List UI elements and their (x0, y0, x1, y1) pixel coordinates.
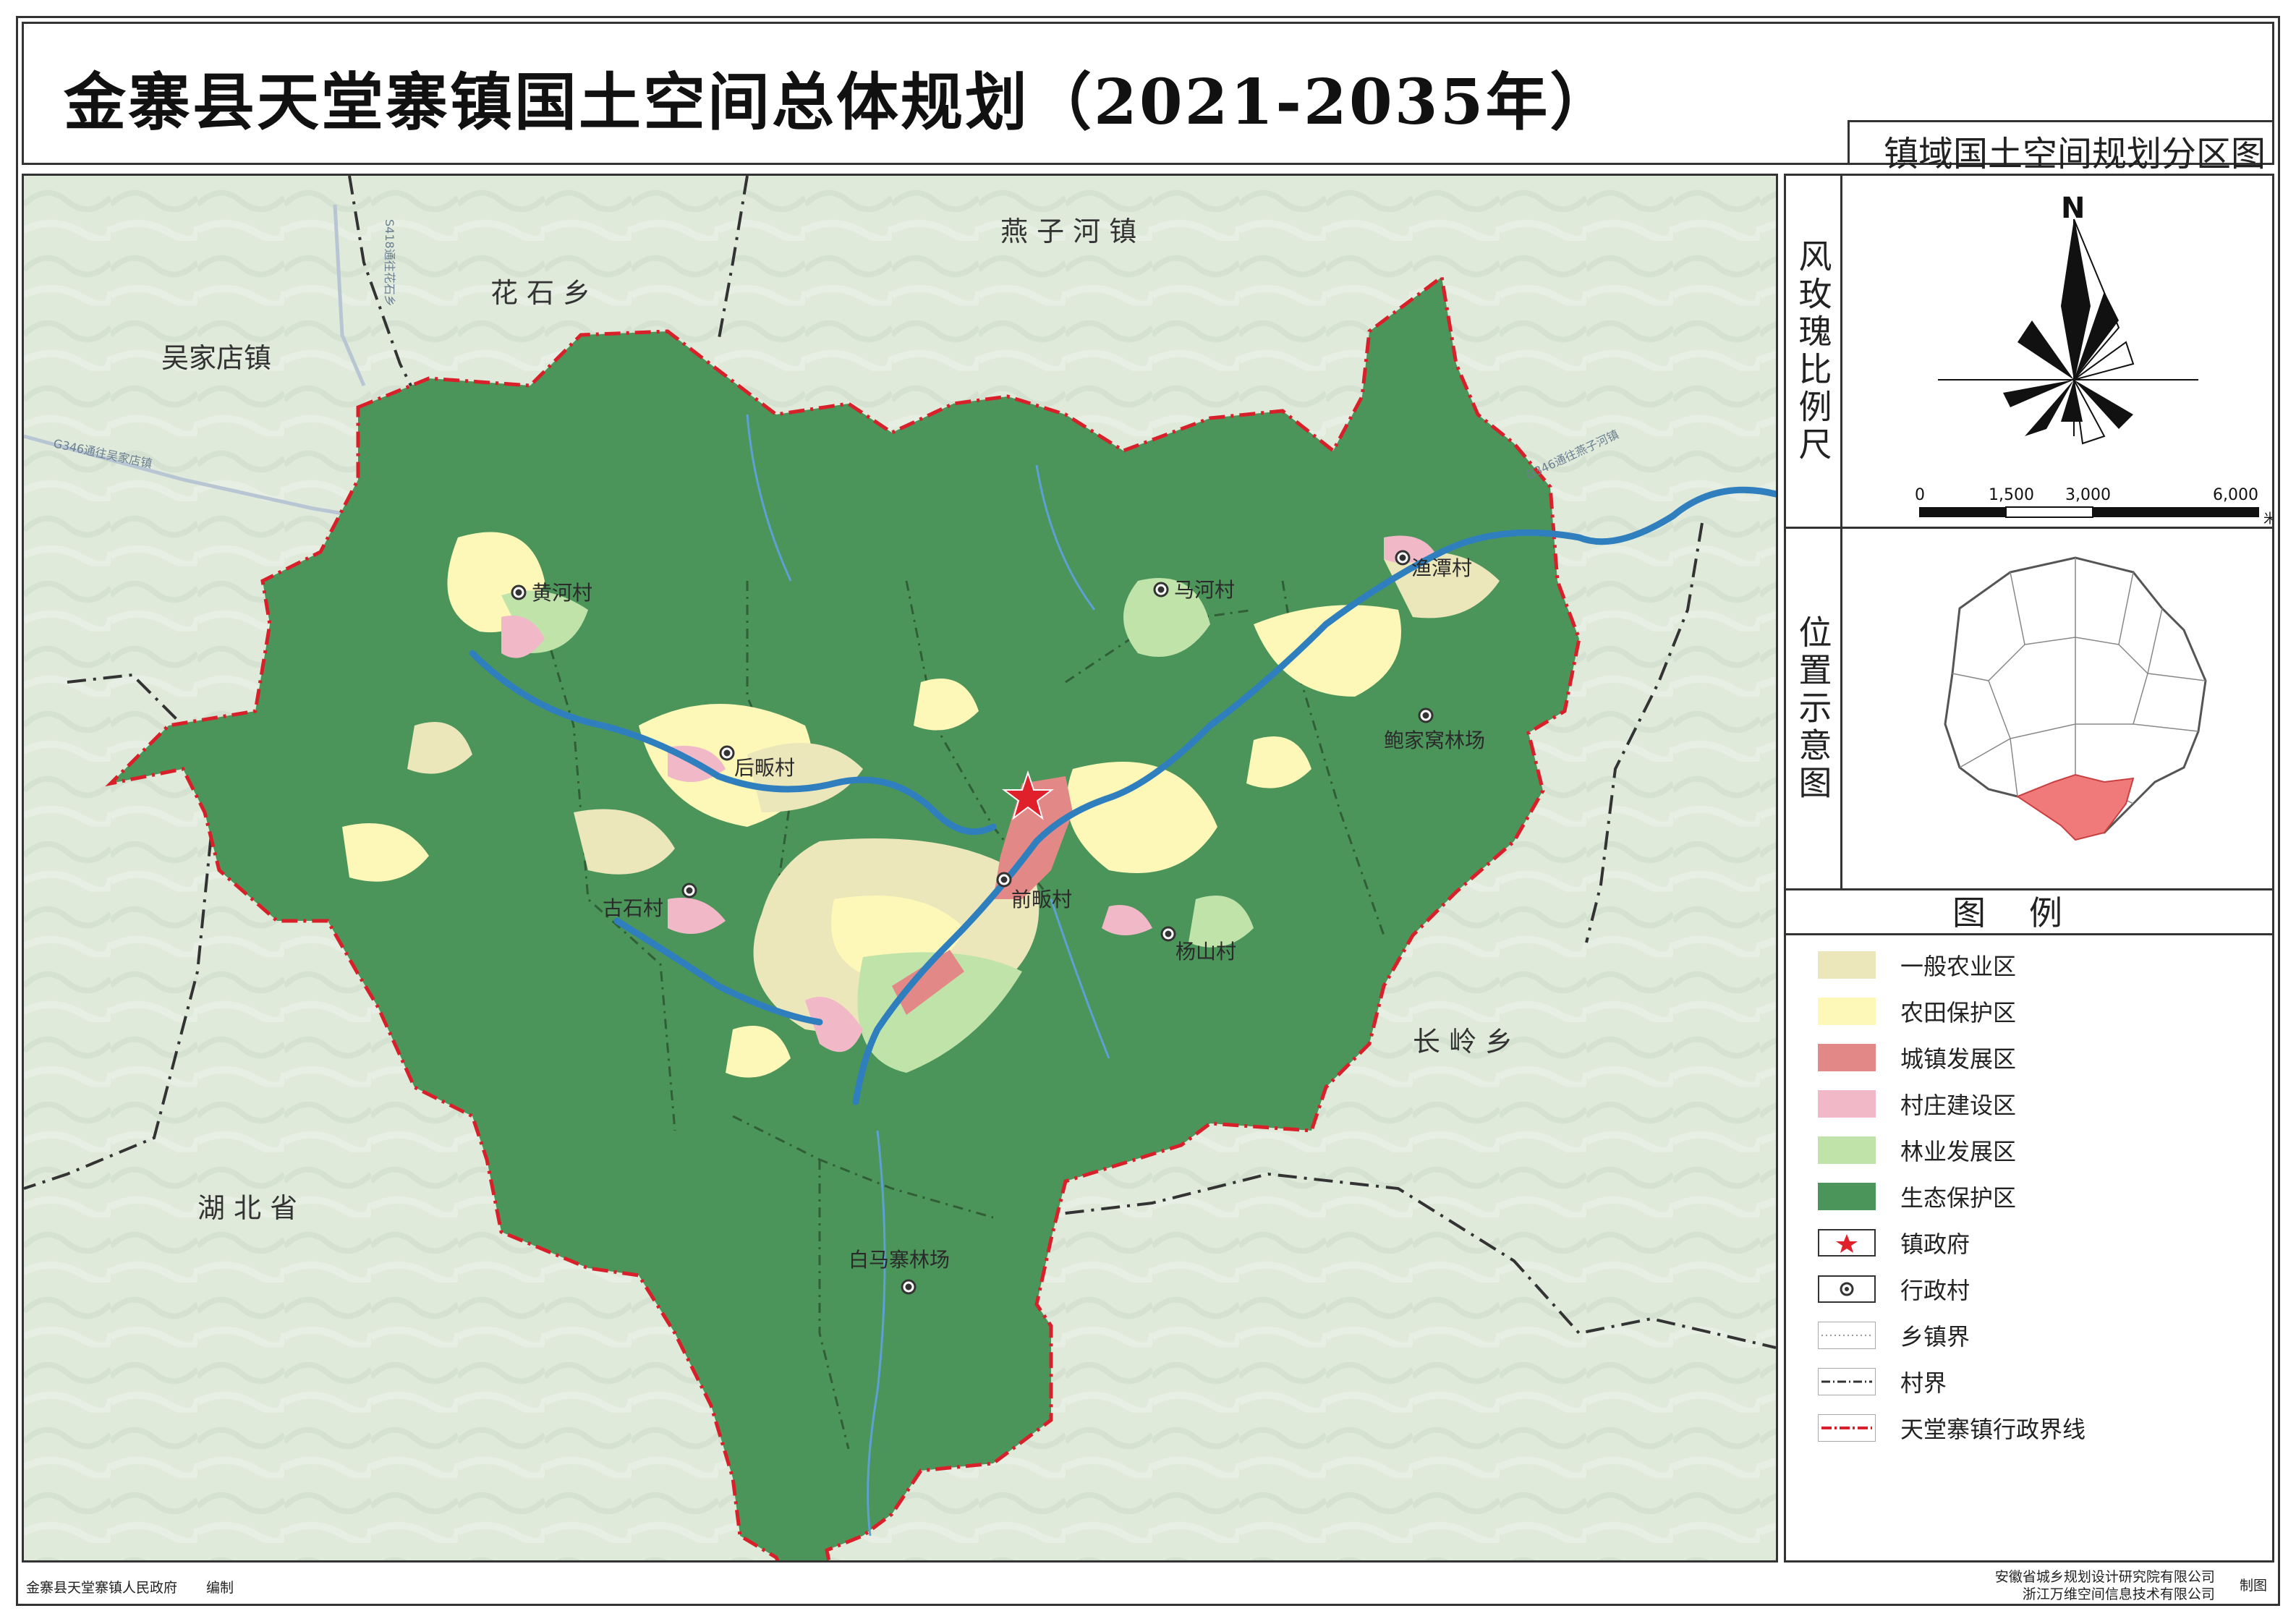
legend-title: 图例 (1786, 892, 2272, 935)
scale-bar (1919, 506, 2259, 518)
legend-swatch (1818, 1229, 1876, 1257)
legend-swatch (1818, 1183, 1876, 1210)
legend-item-forestry: 林业发展区 (1786, 1128, 2272, 1174)
red-boundary-icon (1821, 1427, 1872, 1429)
scale-labels: 0 1,500 3,000 6,000 米 (1915, 486, 2272, 524)
scale-tick-3000: 3,000 (2065, 486, 2111, 504)
label-wujiadian: 吴家店镇 (161, 342, 271, 374)
legend-label: 天堂寨镇行政界线 (1900, 1416, 2086, 1443)
label-hubei: 湖 北 省 (197, 1192, 297, 1224)
scale-tick-0: 0 (1915, 486, 1925, 504)
label-mahe: 马河村 (1174, 578, 1235, 602)
made-label: 制图 (2239, 1578, 2267, 1594)
legend-item-town-gov: 镇政府 (1786, 1220, 2272, 1267)
compass-panel: 风玫瑰比例尺 N 0 1,500 3,000 6,000 米 (1786, 176, 2272, 529)
legend-swatch (1818, 1368, 1876, 1395)
footer-makers: 安徽省城乡规划设计研究院有限公司 浙江万维空间信息技术有限公司 制图 (1995, 1568, 2267, 1603)
legend-label: 城镇发展区 (1900, 1045, 2017, 1073)
label-yangshan: 杨山村 (1175, 940, 1236, 964)
legend-item-farmland: 农田保护区 (1786, 989, 2272, 1035)
locator-panel: 位置示意图 (1786, 529, 2272, 890)
locator-label-box: 位置示意图 (1786, 529, 1842, 888)
legend-label: 一般农业区 (1900, 953, 2017, 980)
legend-swatch (1818, 1136, 1876, 1164)
village-icon (1840, 1282, 1854, 1296)
legend-swatch (1818, 951, 1876, 979)
side-panel: 风玫瑰比例尺 N 0 1,500 3,000 6,000 米 位置示意图 图例 … (1784, 174, 2274, 1563)
legend-swatch (1818, 1322, 1876, 1349)
north-letter: N (2061, 192, 2085, 225)
map-subtitle: 镇域国土空间规划分区图 (1883, 134, 2266, 174)
legend-label: 村庄建设区 (1900, 1092, 2017, 1119)
scale-tick-6000: 6,000 (2213, 486, 2258, 504)
compiler-name: 金寨县天堂寨镇人民政府 (26, 1580, 178, 1596)
legend-swatch (1818, 1090, 1876, 1118)
legend-label: 村界 (1900, 1369, 1947, 1397)
maker-1: 安徽省城乡规划设计研究院有限公司 (1994, 1569, 2215, 1585)
scale-tick-1500: 1,500 (1989, 486, 2034, 504)
label-qianpan: 前畈村 (1011, 888, 1072, 911)
legend-label: 农田保护区 (1900, 999, 2017, 1026)
legend-item-village-con: 村庄建设区 (1786, 1081, 2272, 1128)
legend-item-town-dev: 城镇发展区 (1786, 1035, 2272, 1081)
label-baimazhai: 白马寨林场 (849, 1248, 950, 1272)
label-houpan: 后畈村 (734, 756, 795, 780)
dotted-line-icon (1821, 1335, 1872, 1336)
legend-label: 林业发展区 (1900, 1138, 2017, 1165)
label-changling: 长 岭 乡 (1413, 1026, 1513, 1058)
compass-label-box: 风玫瑰比例尺 (1786, 176, 1842, 527)
compass-graphic: N 0 1,500 3,000 6,000 米 (1915, 192, 2272, 524)
wind-rose-icon (2003, 218, 2135, 445)
legend-item-township-line: 乡镇界 (1786, 1313, 2272, 1359)
legend-item-eco: 生态保护区 (1786, 1174, 2272, 1220)
road-label-1: S418通往花石乡 (383, 219, 396, 307)
legend-item-village: 行政村 (1786, 1267, 2272, 1313)
legend-label: 乡镇界 (1900, 1323, 1970, 1351)
label-gushi: 古石村 (603, 896, 663, 920)
scale-unit: 米 (2263, 511, 2272, 524)
footer-compiler: 金寨县天堂寨镇人民政府 编制 (26, 1577, 234, 1597)
locator-label: 位置示意图 (1793, 614, 1833, 803)
legend-swatch (1818, 1275, 1876, 1303)
label-baojiawo: 鲍家窝林场 (1384, 728, 1485, 752)
legend-item-general-agri: 一般农业区 (1786, 943, 2272, 989)
legend-list: 一般农业区 农田保护区 城镇发展区 村庄建设区 林业发展区 生态保护区 镇政府 (1786, 943, 2272, 1452)
map-title: 金寨县天堂寨镇国土空间总体规划（2021-2035年） (64, 66, 1615, 139)
label-huanghe: 黄河村 (532, 581, 592, 605)
legend-swatch (1818, 998, 1876, 1025)
header: 金寨县天堂寨镇国土空间总体规划（2021-2035年） 镇域国土空间规划分区图 (22, 22, 2274, 174)
legend-label: 镇政府 (1900, 1230, 1970, 1258)
label-hutan: 渔潭村 (1411, 556, 1472, 580)
dashdot-line-icon (1821, 1380, 1872, 1383)
legend-label: 生态保护区 (1900, 1184, 2017, 1212)
star-icon (1836, 1234, 1858, 1253)
map-panel[interactable]: 燕 子 河 镇 花 石 乡 吴家店镇 长 岭 乡 湖 北 省 S418通往花石乡… (22, 174, 1778, 1563)
compass-label: 风玫瑰比例尺 (1793, 238, 1833, 464)
maker-2: 浙江万维空间信息技术有限公司 (2022, 1586, 2215, 1602)
subtitle-box: 镇域国土空间规划分区图 (1848, 120, 2274, 174)
legend-label: 行政村 (1900, 1277, 1970, 1304)
zoning-map: 燕 子 河 镇 花 石 乡 吴家店镇 长 岭 乡 湖 北 省 S418通往花石乡… (24, 176, 1776, 1560)
legend-swatch (1818, 1414, 1876, 1442)
locator-map (1944, 556, 2207, 841)
label-yanzihe: 燕 子 河 镇 (1000, 216, 1136, 247)
legend-item-village-line: 村界 (1786, 1359, 2272, 1406)
label-huashi: 花 石 乡 (490, 277, 590, 309)
legend-item-admin-line: 天堂寨镇行政界线 (1786, 1406, 2272, 1452)
legend-swatch (1818, 1044, 1876, 1071)
compiled-label: 编制 (206, 1580, 234, 1596)
